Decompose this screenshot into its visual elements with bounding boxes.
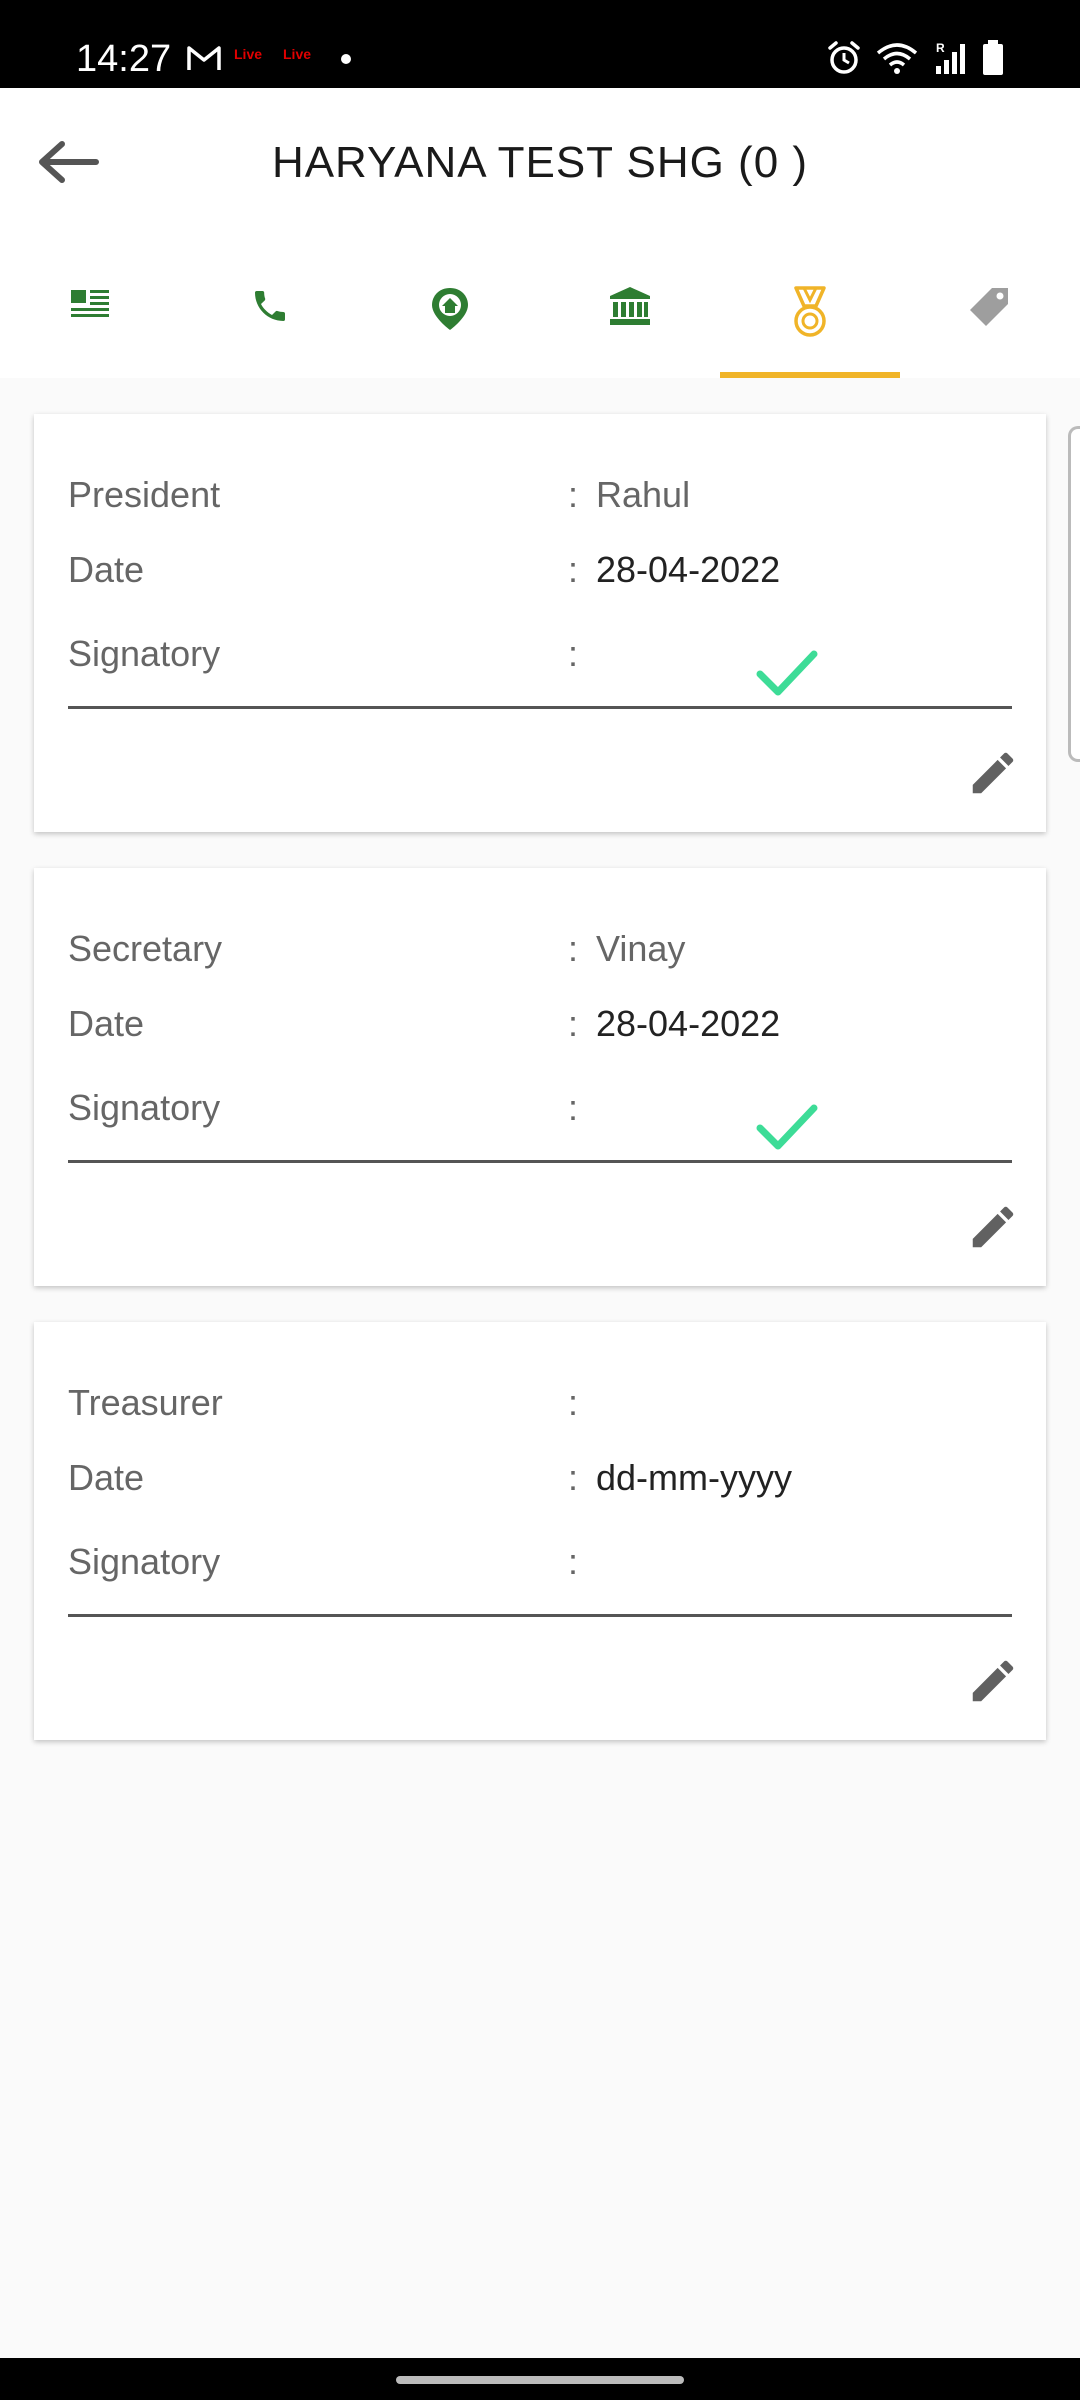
signatory-row: Signatory :	[68, 1541, 1012, 1591]
gmail-icon	[187, 46, 221, 70]
card-divider	[68, 706, 1012, 709]
date-value: 28-04-2022	[596, 549, 781, 590]
role-row: Secretary : Vinay	[68, 928, 1012, 978]
date-row: Date : dd-mm-yyyy	[68, 1457, 1012, 1507]
tag-icon	[970, 288, 1008, 326]
bank-icon	[610, 287, 650, 325]
tab-contact[interactable]	[180, 260, 360, 378]
role-label: Secretary	[68, 928, 223, 969]
tab-details[interactable]	[0, 260, 180, 378]
system-nav-bar	[0, 2358, 1080, 2400]
location-home-icon	[432, 288, 468, 330]
page-title: HARYANA TEST SHG (0 )	[271, 138, 809, 187]
live-badge-2: Live	[283, 46, 312, 62]
role-label: President	[68, 474, 221, 515]
edit-icon[interactable]	[966, 746, 1020, 800]
separator: :	[568, 1087, 579, 1128]
card-divider	[68, 1614, 1012, 1617]
office-bearer-card-president: President : Rahul Date : 28-04-2022 Sign…	[34, 414, 1046, 832]
check-icon	[756, 1104, 818, 1150]
role-row: President : Rahul	[68, 474, 1012, 524]
date-label: Date	[68, 1457, 145, 1498]
wifi-icon	[876, 43, 918, 74]
separator: :	[568, 633, 579, 674]
carrier-indicator: R	[936, 41, 945, 55]
alarm-icon	[828, 41, 860, 74]
signal-icon: R	[936, 41, 965, 74]
edit-icon[interactable]	[966, 1654, 1020, 1708]
notification-dot-icon	[341, 54, 351, 64]
active-tab-indicator	[720, 372, 900, 378]
battery-icon	[983, 40, 1003, 75]
signatory-row: Signatory :	[68, 633, 1012, 683]
date-value: dd-mm-yyyy	[596, 1457, 792, 1498]
signatory-label: Signatory	[68, 1087, 221, 1128]
tab-bank[interactable]	[540, 260, 720, 378]
status-icons: R	[826, 40, 1004, 76]
card-divider	[68, 1160, 1012, 1163]
status-bar: 14:27 Live Live R	[0, 0, 1080, 88]
separator: :	[568, 1382, 579, 1423]
status-time: 14:27	[76, 38, 172, 80]
check-icon	[756, 650, 818, 696]
signatory-row: Signatory :	[68, 1087, 1012, 1137]
date-row: Date : 28-04-2022	[68, 1003, 1012, 1053]
role-value: Rahul	[596, 474, 691, 515]
separator: :	[568, 474, 579, 515]
scroll-handle[interactable]	[1068, 426, 1080, 762]
date-label: Date	[68, 549, 145, 590]
role-row: Treasurer :	[68, 1382, 1012, 1432]
role-label: Treasurer	[68, 1382, 223, 1423]
separator: :	[568, 1457, 579, 1498]
tab-tags[interactable]	[900, 260, 1080, 378]
date-label: Date	[68, 1003, 145, 1044]
list-details-icon	[71, 290, 109, 317]
phone-icon	[255, 291, 285, 321]
home-gesture-handle[interactable]	[396, 2376, 684, 2384]
signatory-label: Signatory	[68, 633, 221, 674]
office-bearer-card-secretary: Secretary : Vinay Date : 28-04-2022 Sign…	[34, 868, 1046, 1286]
separator: :	[568, 1541, 579, 1582]
signatory-label: Signatory	[68, 1541, 221, 1582]
tab-bar	[0, 260, 1080, 378]
app-bar: HARYANA TEST SHG (0 )	[0, 88, 1080, 378]
edit-icon[interactable]	[966, 1200, 1020, 1254]
date-value: 28-04-2022	[596, 1003, 781, 1044]
live-badge-1: Live	[234, 46, 263, 62]
tab-office-bearers[interactable]	[720, 260, 900, 378]
separator: :	[568, 928, 579, 969]
separator: :	[568, 549, 579, 590]
tab-address[interactable]	[360, 260, 540, 378]
separator: :	[568, 1003, 579, 1044]
office-bearer-card-treasurer: Treasurer : Date : dd-mm-yyyy Signatory …	[34, 1322, 1046, 1740]
date-row: Date : 28-04-2022	[68, 549, 1012, 599]
role-value: Vinay	[596, 928, 686, 969]
medal-icon	[794, 286, 826, 337]
